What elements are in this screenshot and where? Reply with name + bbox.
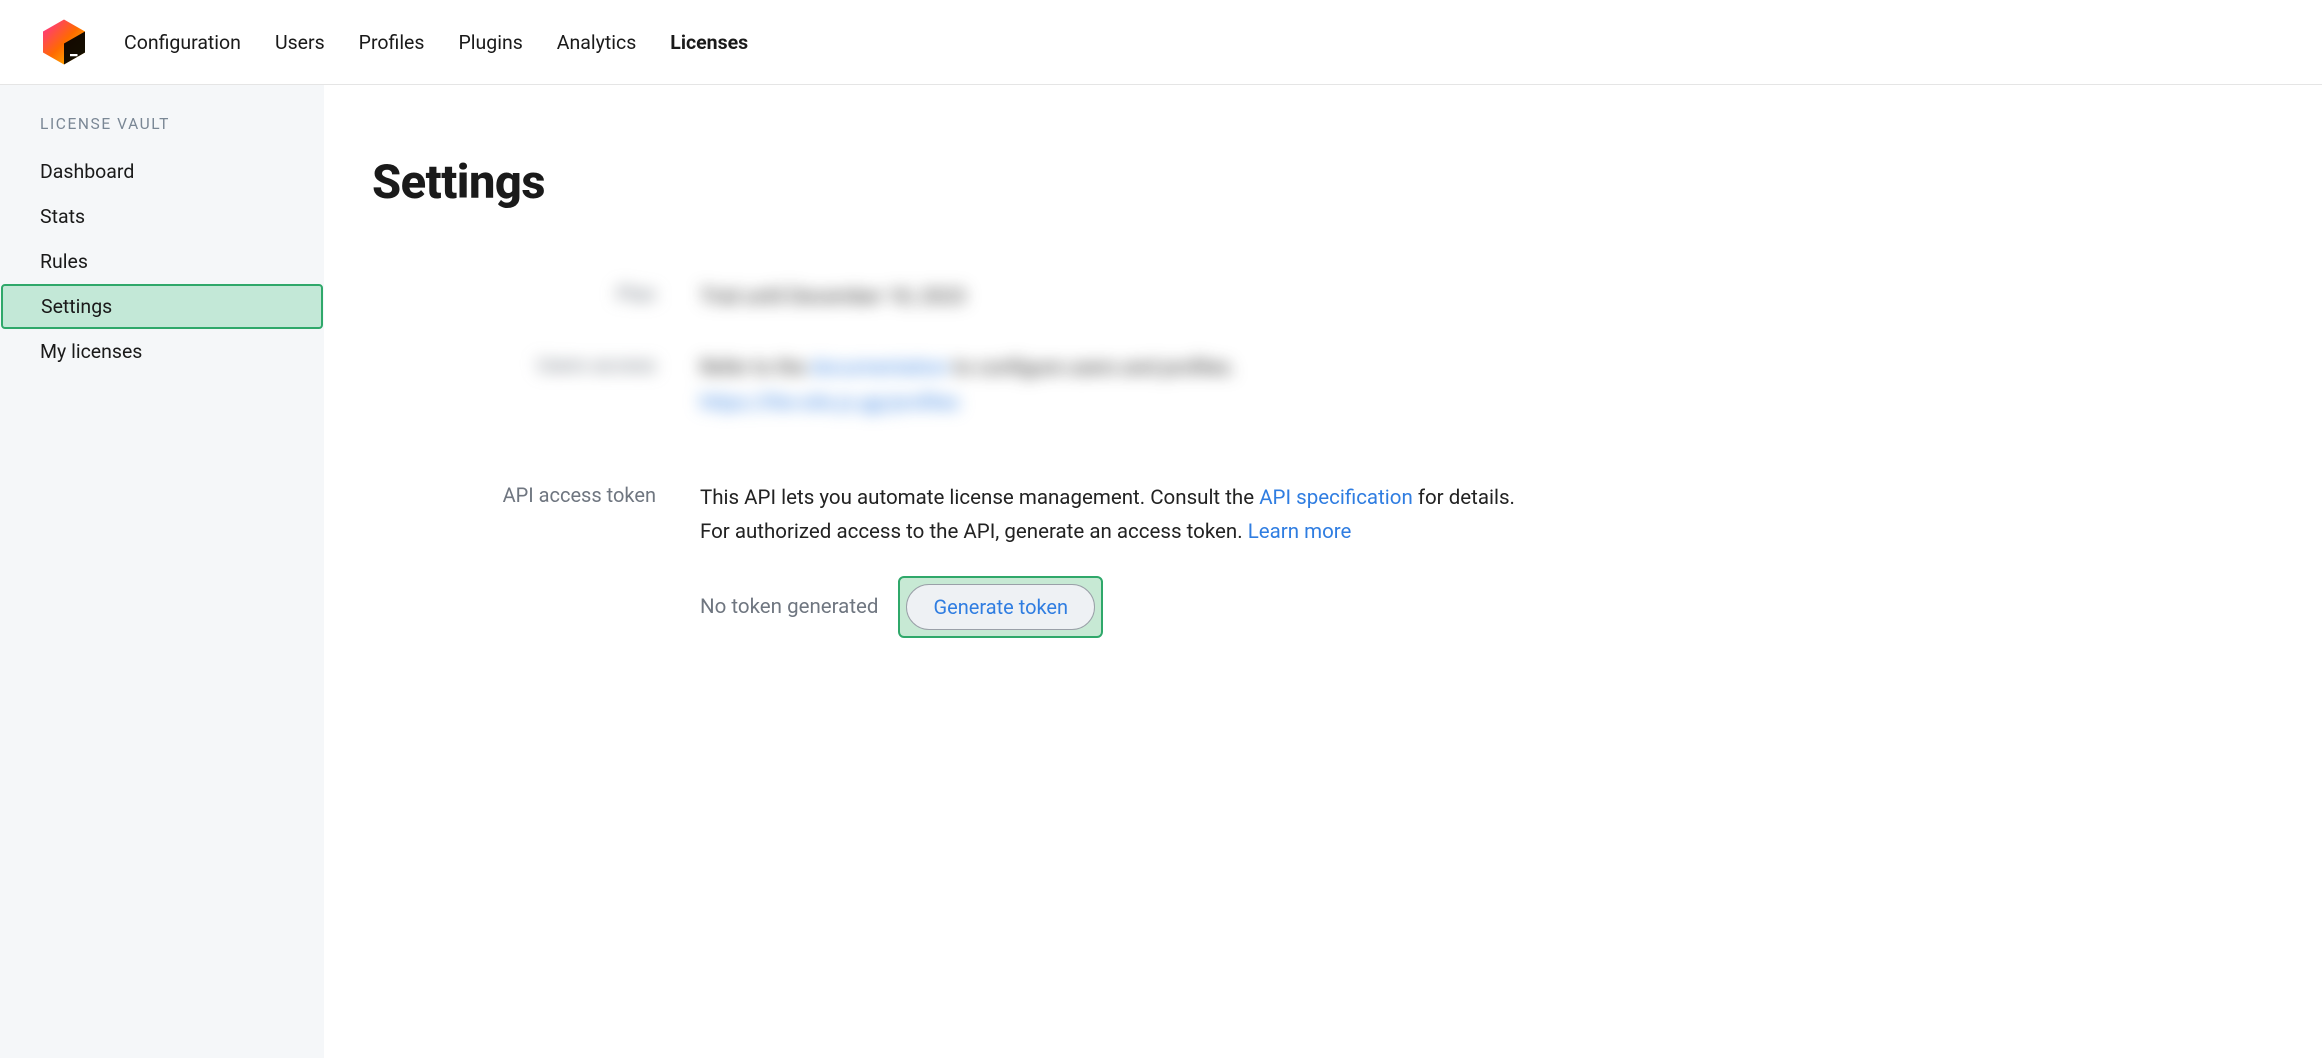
- generate-token-button[interactable]: Generate token: [906, 584, 1095, 630]
- sidebar-item-dashboard[interactable]: Dashboard: [0, 149, 324, 194]
- row-value: Trial until December 18, 2023: [700, 280, 966, 315]
- row-value: This API lets you automate license manag…: [700, 481, 1515, 639]
- api-specification-link[interactable]: API specification: [1259, 486, 1413, 510]
- app-logo[interactable]: [40, 18, 88, 66]
- sidebar-item-my-licenses[interactable]: My licenses: [0, 329, 324, 374]
- sidebar-item-rules[interactable]: Rules: [0, 239, 324, 284]
- row-value: Refer to the documentation to configure …: [700, 351, 1235, 421]
- token-status: No token generated: [700, 590, 878, 625]
- nav-users[interactable]: Users: [275, 31, 325, 54]
- main-content: Settings Plan Trial until December 18, 2…: [324, 85, 2322, 1058]
- nav-analytics[interactable]: Analytics: [557, 31, 636, 54]
- api-desc-text: This API lets you automate license manag…: [700, 486, 1259, 510]
- settings-row-users-access: Users access Refer to the documentation …: [372, 351, 2274, 421]
- nav-profiles[interactable]: Profiles: [359, 31, 425, 54]
- sidebar-item-stats[interactable]: Stats: [0, 194, 324, 239]
- settings-row-plan: Plan Trial until December 18, 2023: [372, 280, 2274, 315]
- nav-plugins[interactable]: Plugins: [458, 31, 522, 54]
- documentation-link[interactable]: documentation: [811, 356, 949, 380]
- page-title: Settings: [372, 155, 2274, 210]
- learn-more-link[interactable]: Learn more: [1248, 520, 1352, 544]
- sidebar: LICENSE VAULT Dashboard Stats Rules Sett…: [0, 85, 324, 1058]
- nav-licenses[interactable]: Licenses: [670, 31, 748, 54]
- sidebar-title: LICENSE VAULT: [0, 115, 324, 149]
- top-nav: Configuration Users Profiles Plugins Ana…: [124, 31, 748, 54]
- row-label: Users access: [372, 351, 656, 377]
- sidebar-item-settings[interactable]: Settings: [1, 284, 323, 329]
- profiles-url-link[interactable]: https://the-site.jx.gg/profiles: [700, 391, 959, 415]
- api-desc-text: For authorized access to the API, genera…: [700, 520, 1248, 544]
- row-label: Plan: [372, 280, 656, 306]
- api-desc-text: for details.: [1413, 486, 1515, 510]
- generate-token-highlight: Generate token: [898, 576, 1103, 638]
- settings-row-api-token: API access token This API lets you autom…: [372, 481, 2274, 639]
- nav-configuration[interactable]: Configuration: [124, 31, 241, 54]
- row-label: API access token: [372, 481, 656, 507]
